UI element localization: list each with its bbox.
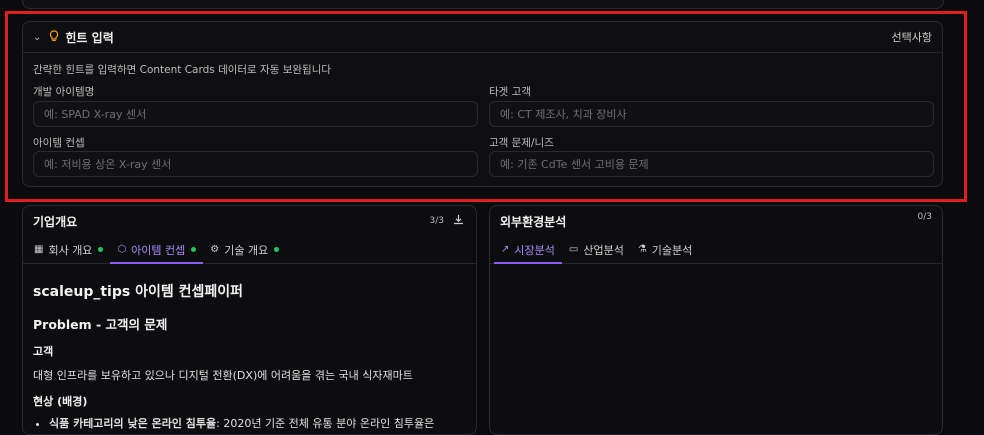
previous-panel-edge — [22, 0, 944, 9]
status-dot — [98, 247, 104, 252]
panel-count: 3/3 — [429, 216, 444, 226]
box-icon: ⬡ — [117, 244, 127, 255]
list-item: 식품 카테고리의 낮은 온라인 침투율: 2020년 기준 전체 유통 분야 온… — [49, 415, 466, 431]
tab-label: 아이템 컨셉 — [131, 243, 186, 257]
concept-content: scaleup_tips 아이템 컨셉페이퍼 Problem - 고객의 문제 … — [23, 264, 476, 431]
situation-list: 식품 카테고리의 낮은 온라인 침투율: 2020년 기준 전체 유통 분야 온… — [33, 415, 466, 431]
tab-label: 기술분석 — [651, 243, 693, 257]
status-dot — [191, 247, 197, 252]
panel-title: 기업개요 — [33, 214, 78, 229]
tab-tech-overview[interactable]: ⚙ 기술 개요 — [203, 236, 286, 263]
tab-market-analysis[interactable]: ↗ 시장분석 — [494, 236, 562, 264]
situation-heading: 현상 (배경) — [33, 395, 88, 408]
trend-icon: ↗ — [501, 244, 510, 255]
company-overview-panel: 기업개요 3/3 ▦ 회사 개요 ⬡ 아이템 컨셉 ⚙ 기술 개요 scaleu… — [22, 205, 477, 435]
problem-heading: Problem - 고객의 문제 — [33, 317, 168, 332]
customer-heading: 고객 — [33, 345, 54, 358]
company-tabs: ▦ 회사 개요 ⬡ 아이템 컨셉 ⚙ 기술 개요 — [23, 236, 476, 264]
flask-icon: ⚗ — [637, 244, 647, 255]
folder-icon: ▭ — [568, 244, 579, 255]
customer-text: 대형 인프라를 보유하고 있으나 디지털 전환(DX)에 어려움을 겪는 국내 … — [33, 369, 413, 382]
building-icon: ▦ — [34, 244, 44, 255]
tab-label: 회사 개요 — [48, 243, 93, 257]
tab-company-overview[interactable]: ▦ 회사 개요 — [27, 236, 110, 263]
tab-item-concept[interactable]: ⬡ 아이템 컨셉 — [110, 236, 204, 264]
content-heading: scaleup_tips 아이템 컨셉페이퍼 — [33, 284, 243, 300]
tab-label: 산업분석 — [583, 243, 624, 257]
panel-count: 0/3 — [917, 212, 932, 222]
gear-icon: ⚙ — [210, 244, 220, 255]
tab-tech-analysis[interactable]: ⚗ 기술분석 — [631, 236, 699, 263]
tab-label: 시장분석 — [514, 243, 555, 257]
highlight-box — [5, 11, 967, 202]
analysis-tabs: ↗ 시장분석 ▭ 산업분석 ⚗ 기술분석 — [490, 236, 942, 264]
external-analysis-panel: 외부환경분석 0/3 ↗ 시장분석 ▭ 산업분석 ⚗ 기술분석 — [489, 205, 943, 435]
panel-title: 외부환경분석 — [500, 214, 567, 229]
status-dot — [274, 247, 280, 252]
tab-industry-analysis[interactable]: ▭ 산업분석 — [562, 236, 631, 263]
tab-label: 기술 개요 — [224, 243, 269, 257]
download-icon[interactable] — [453, 214, 464, 228]
